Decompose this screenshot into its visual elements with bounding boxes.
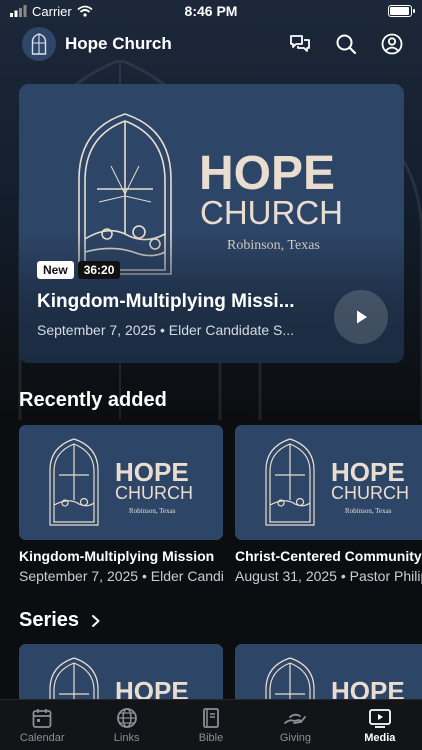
media-thumbnail: HOPE CHURCH Robinson, Texas (235, 425, 422, 540)
chat-icon[interactable] (288, 32, 312, 56)
media-thumbnail: HOPE CHURCH Robinson, Texas (19, 425, 223, 540)
tab-label: Giving (279, 732, 312, 744)
play-button[interactable] (334, 290, 388, 344)
media-card[interactable]: HOPE CHURCH Robinson, Texas Christ-Cente… (235, 425, 422, 584)
battery-icon (388, 5, 415, 17)
globe-icon (116, 708, 137, 728)
tab-links[interactable]: Links (84, 700, 168, 750)
featured-subtitle: September 7, 2025 • Elder Candidate S... (37, 322, 295, 338)
artwork-line2: CHURCH (115, 483, 193, 503)
tab-label: Bible (198, 732, 224, 744)
search-icon[interactable] (334, 32, 358, 56)
media-card[interactable]: HOPE CHURCH Robinson, Texas Kingdom-Mult… (19, 425, 223, 584)
calendar-icon (32, 709, 52, 728)
play-icon (357, 310, 367, 324)
tab-label: Links (113, 732, 140, 744)
tab-giving[interactable]: Giving (253, 700, 337, 750)
app-title: Hope Church (65, 34, 172, 53)
tab-label: Calendar (19, 732, 65, 744)
media-title: Christ-Centered Community (235, 548, 422, 564)
series-heading: Series (19, 609, 80, 631)
wifi-icon (77, 5, 93, 17)
chevron-right-icon (92, 614, 100, 627)
new-badge: New (37, 261, 74, 279)
featured-title: Kingdom-Multiplying Missi... (37, 291, 295, 312)
media-title: Kingdom-Multiplying Mission (19, 548, 215, 564)
duration-badge: 36:20 (77, 261, 121, 279)
tab-bible[interactable]: Bible (169, 700, 253, 750)
book-icon (203, 708, 219, 728)
featured-media-card[interactable]: HOPE CHURCH Robinson, Texas New 36:20 Ki… (19, 84, 404, 363)
featured-badges: New 36:20 (37, 261, 121, 279)
church-logo[interactable] (22, 27, 56, 61)
giving-icon (284, 713, 307, 724)
tab-calendar[interactable]: Calendar (0, 700, 84, 750)
media-subtitle: August 31, 2025 • Pastor Philip (235, 568, 422, 584)
arch-window-icon (31, 33, 47, 55)
artwork-location: Robinson, Texas (345, 507, 392, 515)
media-icon (368, 709, 391, 728)
series-header[interactable]: Series (19, 609, 101, 632)
carrier-label: Carrier (32, 3, 72, 19)
status-bar: Carrier 8:46 PM (0, 0, 422, 22)
media-subtitle: September 7, 2025 • Elder Candidate (19, 568, 223, 584)
account-icon[interactable] (380, 32, 404, 56)
app-header: Hope Church (0, 26, 422, 62)
signal-icon (10, 5, 27, 17)
tab-media[interactable]: Media (338, 700, 422, 750)
status-time: 8:46 PM (184, 3, 238, 19)
artwork-line1: HOPE (199, 147, 335, 200)
artwork-line2: CHURCH (331, 483, 409, 503)
artwork-location: Robinson, Texas (129, 507, 176, 515)
tab-label: Media (364, 732, 396, 744)
tab-bar: Calendar Links Bible Giving Media (0, 699, 422, 750)
recently-added-heading: Recently added (19, 389, 167, 411)
artwork-line2: CHURCH (200, 194, 343, 231)
